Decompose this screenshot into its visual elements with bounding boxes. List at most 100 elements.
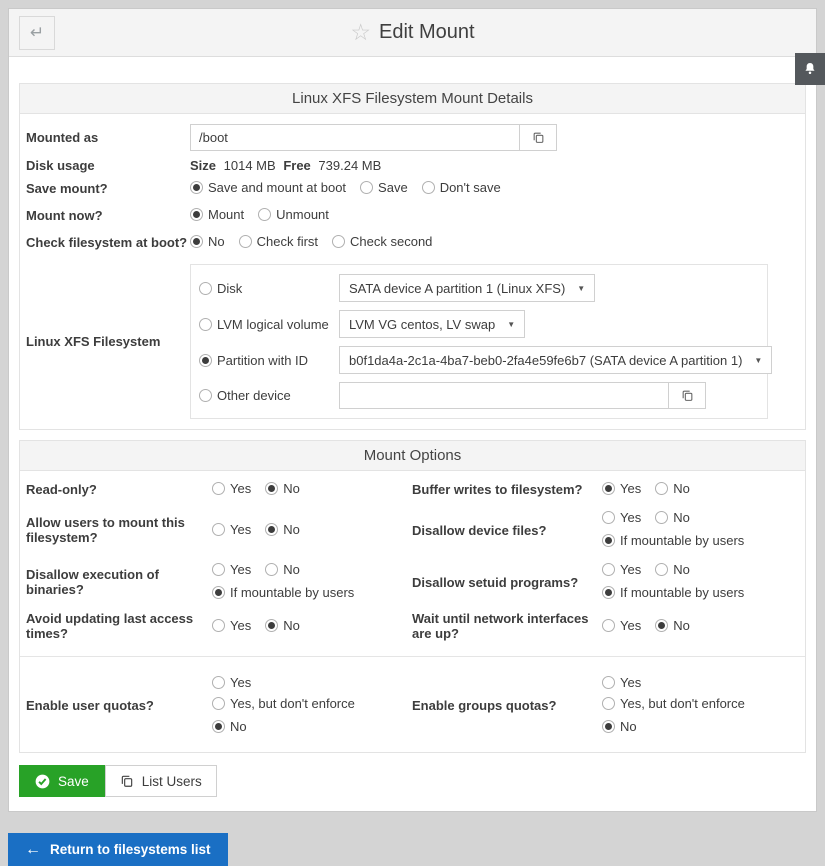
pages-icon [120, 774, 134, 788]
radio-option[interactable]: Yes [602, 508, 641, 527]
disk-usage-label: Disk usage [26, 158, 190, 173]
radio-circle-icon[interactable] [190, 208, 203, 221]
radio-option[interactable]: Check first [239, 232, 318, 251]
radio-circle-icon[interactable] [265, 563, 278, 576]
lvm-logical-volume-select[interactable]: LVM VG centos, LV swap▼ [339, 310, 525, 338]
radio-circle-icon[interactable] [212, 482, 225, 495]
radio-line: Yes No [602, 478, 795, 501]
radio-circle-icon[interactable] [199, 282, 212, 295]
radio-circle-icon[interactable] [602, 534, 615, 547]
save-button[interactable]: Save [19, 765, 105, 797]
radio-label: If mountable by users [230, 583, 354, 602]
radio-option[interactable]: Yes [602, 616, 641, 635]
radio-option[interactable]: No [655, 560, 690, 579]
radio-circle-icon[interactable] [422, 181, 435, 194]
radio-circle-icon[interactable] [212, 586, 225, 599]
radio-circle-icon[interactable] [199, 354, 212, 367]
other-device-input[interactable] [339, 382, 669, 409]
radio-option[interactable]: If mountable by users [602, 531, 744, 550]
radio-option[interactable]: No [265, 616, 300, 635]
radio-circle-icon[interactable] [265, 619, 278, 632]
radio-circle-icon[interactable] [655, 563, 668, 576]
radio-circle-icon[interactable] [212, 697, 225, 710]
radio-circle-icon[interactable] [602, 482, 615, 495]
radio-option[interactable]: Disk [199, 281, 339, 296]
radio-option[interactable]: Yes [212, 560, 251, 579]
radio-circle-icon[interactable] [239, 235, 252, 248]
radio-option[interactable]: Yes, but don't enforce [602, 694, 745, 713]
radio-option[interactable]: LVM logical volume [199, 317, 339, 332]
radio-circle-icon[interactable] [602, 563, 615, 576]
radio-circle-icon[interactable] [212, 676, 225, 689]
return-to-filesystems-button[interactable]: ← Return to filesystems list [8, 833, 228, 866]
radio-option[interactable]: No [265, 560, 300, 579]
radio-circle-icon[interactable] [602, 619, 615, 632]
radio-option[interactable]: Yes [602, 560, 641, 579]
radio-option[interactable]: Yes [212, 673, 251, 692]
radio-circle-icon[interactable] [212, 523, 225, 536]
radio-option[interactable]: Save and mount at boot [190, 178, 346, 197]
radio-option[interactable]: No [190, 232, 225, 251]
radio-option[interactable]: Unmount [258, 205, 329, 224]
group-quotas-label: Enable groups quotas? [412, 695, 602, 716]
radio-option[interactable]: Yes [602, 673, 641, 692]
radio-circle-icon[interactable] [265, 523, 278, 536]
list-users-button[interactable]: List Users [105, 765, 217, 797]
radio-circle-icon[interactable] [258, 208, 271, 221]
radio-circle-icon[interactable] [212, 720, 225, 733]
radio-option[interactable]: Yes [602, 479, 641, 498]
radio-option[interactable]: If mountable by users [602, 583, 744, 602]
radio-option[interactable]: Yes [212, 616, 251, 635]
radio-line: Yes No [212, 478, 408, 501]
radio-circle-icon[interactable] [655, 619, 668, 632]
radio-circle-icon[interactable] [199, 318, 212, 331]
main-card: ↵ ☆Edit Mount Linux XFS Filesystem Mount… [8, 8, 817, 812]
radio-circle-icon[interactable] [360, 181, 373, 194]
radio-circle-icon[interactable] [212, 563, 225, 576]
radio-option[interactable]: Partition with ID [199, 353, 339, 368]
back-button[interactable]: ↵ [19, 16, 55, 50]
disk-select[interactable]: SATA device A partition 1 (Linux XFS)▼ [339, 274, 595, 302]
radio-option[interactable]: No [265, 520, 300, 539]
partition-with-id-select[interactable]: b0f1da4a-2c1a-4ba7-beb0-2fa4e59fe6b7 (SA… [339, 346, 772, 374]
radio-option[interactable]: Save [360, 178, 408, 197]
radio-label: If mountable by users [620, 531, 744, 550]
page-title: Edit Mount [379, 21, 475, 43]
radio-circle-icon[interactable] [212, 619, 225, 632]
radio-label: Yes [230, 479, 251, 498]
radio-option[interactable]: Mount [190, 205, 244, 224]
radio-circle-icon[interactable] [602, 511, 615, 524]
star-favorite-icon[interactable]: ☆ [350, 19, 371, 45]
radio-circle-icon[interactable] [190, 235, 203, 248]
radio-option[interactable]: Other device [199, 388, 339, 403]
radio-option[interactable]: Don't save [422, 178, 501, 197]
radio-option[interactable]: No [655, 616, 690, 635]
radio-option[interactable]: Yes [212, 479, 251, 498]
notifications-tab[interactable] [795, 53, 825, 85]
radio-circle-icon[interactable] [655, 511, 668, 524]
list-users-label: List Users [142, 774, 202, 789]
radio-option[interactable]: No [602, 717, 637, 736]
copy-button[interactable] [519, 124, 557, 151]
radio-option[interactable]: Check second [332, 232, 432, 251]
radio-option[interactable]: Yes [212, 520, 251, 539]
radio-circle-icon[interactable] [265, 482, 278, 495]
radio-circle-icon[interactable] [602, 720, 615, 733]
radio-circle-icon[interactable] [602, 697, 615, 710]
radio-option[interactable]: No [265, 479, 300, 498]
radio-option[interactable]: No [655, 479, 690, 498]
radio-option[interactable]: Yes, but don't enforce [212, 694, 355, 713]
radio-circle-icon[interactable] [332, 235, 345, 248]
radio-circle-icon[interactable] [199, 389, 212, 402]
radio-circle-icon[interactable] [602, 586, 615, 599]
radio-circle-icon[interactable] [655, 482, 668, 495]
radio-option[interactable]: No [655, 508, 690, 527]
radio-option[interactable]: If mountable by users [212, 583, 354, 602]
radio-circle-icon[interactable] [602, 676, 615, 689]
disk-usage-value: Size 1014 MB Free 739.24 MB [190, 158, 385, 173]
mounted-as-input[interactable] [190, 124, 520, 151]
copy-button[interactable] [668, 382, 706, 409]
radio-option[interactable]: No [212, 717, 247, 736]
radio-circle-icon[interactable] [190, 181, 203, 194]
radio-label: No [283, 479, 300, 498]
